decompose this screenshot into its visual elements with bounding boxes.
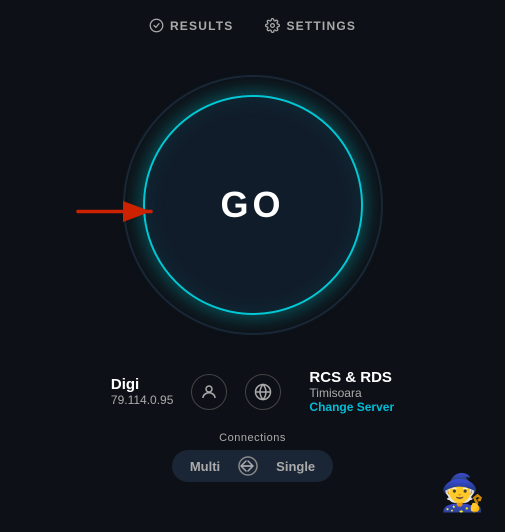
change-server-link[interactable]: Change Server bbox=[309, 400, 394, 414]
connections-icon bbox=[234, 456, 262, 476]
settings-nav-item[interactable]: SETTINGS bbox=[265, 18, 356, 33]
gear-icon bbox=[265, 18, 280, 33]
red-arrow-icon bbox=[73, 192, 163, 232]
isp-info: Digi 79.114.0.95 bbox=[111, 376, 174, 407]
results-label: RESULTS bbox=[170, 19, 234, 33]
isp-name: Digi bbox=[111, 376, 139, 393]
results-nav-item[interactable]: RESULTS bbox=[149, 18, 234, 33]
connections-toggle: Multi Single bbox=[172, 450, 333, 482]
server-info: RCS & RDS Timisoara Change Server bbox=[309, 369, 394, 414]
connections-arrows-icon bbox=[234, 456, 262, 476]
arrow-container bbox=[73, 192, 163, 237]
connections-label: Connections bbox=[219, 432, 286, 444]
server-name: RCS & RDS bbox=[309, 369, 392, 386]
info-row: Digi 79.114.0.95 RCS & RDS Timisoara Cha… bbox=[0, 369, 505, 414]
globe-icon-circle bbox=[245, 374, 281, 410]
top-nav: RESULTS SETTINGS bbox=[0, 0, 505, 45]
settings-label: SETTINGS bbox=[286, 19, 356, 33]
multi-option[interactable]: Multi bbox=[190, 459, 220, 474]
user-icon-circle bbox=[191, 374, 227, 410]
single-option[interactable]: Single bbox=[276, 459, 315, 474]
speed-test-area: GO bbox=[103, 55, 403, 355]
connections-section: Connections Multi Single bbox=[172, 432, 333, 482]
go-button[interactable]: GO bbox=[220, 184, 284, 226]
watermark: 🧙 bbox=[440, 472, 485, 514]
user-icon bbox=[200, 383, 218, 401]
globe-icon bbox=[254, 383, 272, 401]
ip-address: 79.114.0.95 bbox=[111, 393, 174, 407]
server-city: Timisoara bbox=[309, 386, 361, 400]
check-circle-icon bbox=[149, 18, 164, 33]
